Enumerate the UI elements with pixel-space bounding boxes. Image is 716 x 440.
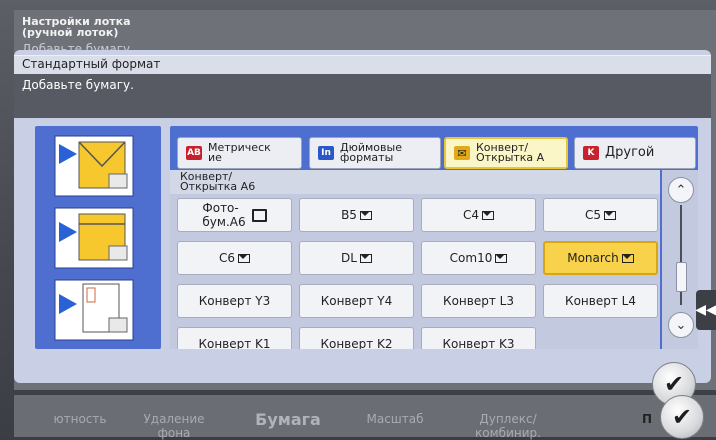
double-chevron-left-icon: ◀◀	[695, 302, 716, 318]
envelope-portrait-icon	[54, 207, 134, 269]
tab-metric[interactable]: AB Метрическ ие	[177, 137, 302, 169]
scrollbar-thumb[interactable]	[676, 262, 687, 292]
envelope-icon	[621, 253, 634, 263]
metric-icon: AB	[186, 146, 202, 160]
paper-button-envelope-k3[interactable]: Конверт K3	[421, 327, 536, 349]
tab-inch[interactable]: In Дюймовые форматы	[309, 137, 441, 169]
dialog-title: Стандартный формат	[22, 57, 161, 71]
tab-envelope-postcard[interactable]: ✉ Конверт/ Открытка А	[444, 137, 568, 169]
paper-button-b5[interactable]: B5	[299, 198, 414, 232]
bottom-tab-zoom[interactable]: Масштаб	[355, 412, 435, 426]
paper-button-photo-a6[interactable]: Фото- бум.А6	[177, 198, 292, 232]
paper-button-envelope-k2[interactable]: Конверт K2	[299, 327, 414, 349]
paper-button-envelope-y3[interactable]: Конверт Y3	[177, 284, 292, 318]
envelope-icon	[359, 210, 372, 220]
other-icon: K	[583, 146, 599, 160]
paper-button-envelope-k1[interactable]: Конверт K1	[177, 327, 292, 349]
tab-metric-label: Метрическ ие	[208, 141, 271, 164]
paper-button-c4[interactable]: C4	[421, 198, 536, 232]
inch-icon: In	[318, 146, 334, 160]
tab-other[interactable]: K Другой	[574, 137, 696, 169]
envelope-icon	[359, 253, 372, 263]
envelope-icon	[482, 210, 494, 220]
envelope-icon	[238, 253, 250, 263]
tray-illustration-panel	[35, 126, 161, 349]
bottom-tab-background-removal[interactable]: Удаление фона	[134, 412, 214, 440]
paper-button-envelope-y4[interactable]: Конверт Y4	[299, 284, 414, 318]
bottom-tab-more[interactable]: П	[632, 412, 662, 426]
envelope-icon	[495, 253, 508, 263]
dialog-message: Добавьте бумагу.	[22, 78, 134, 92]
tab-envelope-postcard-label: Конверт/ Открытка А	[476, 141, 545, 164]
paper-button-envelope-l3[interactable]: Конверт L3	[421, 284, 536, 318]
bottom-tab-density[interactable]: ютность	[40, 412, 120, 426]
tab-other-label: Другой	[605, 145, 655, 160]
checkmark-icon: ✔	[663, 370, 685, 398]
list-header-label: Конверт/ Открытка А6	[180, 170, 256, 193]
dialog-message-bar: Добавьте бумагу.	[14, 74, 711, 118]
paper-button-dl[interactable]: DL	[299, 241, 414, 275]
chevron-down-icon: ⌄	[675, 317, 687, 333]
scroll-up-button[interactable]: ⌃	[668, 177, 694, 203]
background-title: Настройки лотка (ручной лоток)	[22, 15, 131, 39]
checkmark-icon: ✔	[671, 403, 693, 431]
bottom-tab-paper[interactable]: Бумага	[248, 410, 328, 429]
paper-button-c5[interactable]: C5	[543, 198, 658, 232]
bottom-tab-duplex[interactable]: Дуплекс/ комбинир.	[468, 412, 548, 440]
scroll-down-button[interactable]: ⌄	[668, 312, 694, 338]
envelope-icon	[604, 210, 616, 220]
chevron-up-icon: ⌃	[675, 182, 687, 198]
envelope-icon: ✉	[454, 146, 470, 160]
side-panel-toggle[interactable]: ◀◀	[695, 290, 716, 330]
paper-button-monarch[interactable]: Monarch	[543, 241, 658, 275]
photo-icon	[251, 208, 267, 222]
paper-button-envelope-l4[interactable]: Конверт L4	[543, 284, 658, 318]
paper-size-list: Конверт/ Открытка А6 Фото- бум.А6 B5 C4 …	[170, 170, 660, 349]
tab-inch-label: Дюймовые форматы	[340, 141, 402, 164]
background-ok-button[interactable]: ✔	[660, 395, 704, 439]
envelope-landscape-icon	[54, 135, 134, 197]
dialog-title-bar: Стандартный формат	[14, 55, 711, 75]
tray-illustrations	[54, 135, 134, 341]
paper-button-c6[interactable]: C6	[177, 241, 292, 275]
postcard-icon	[54, 279, 134, 341]
paper-button-com10[interactable]: Com10	[421, 241, 536, 275]
